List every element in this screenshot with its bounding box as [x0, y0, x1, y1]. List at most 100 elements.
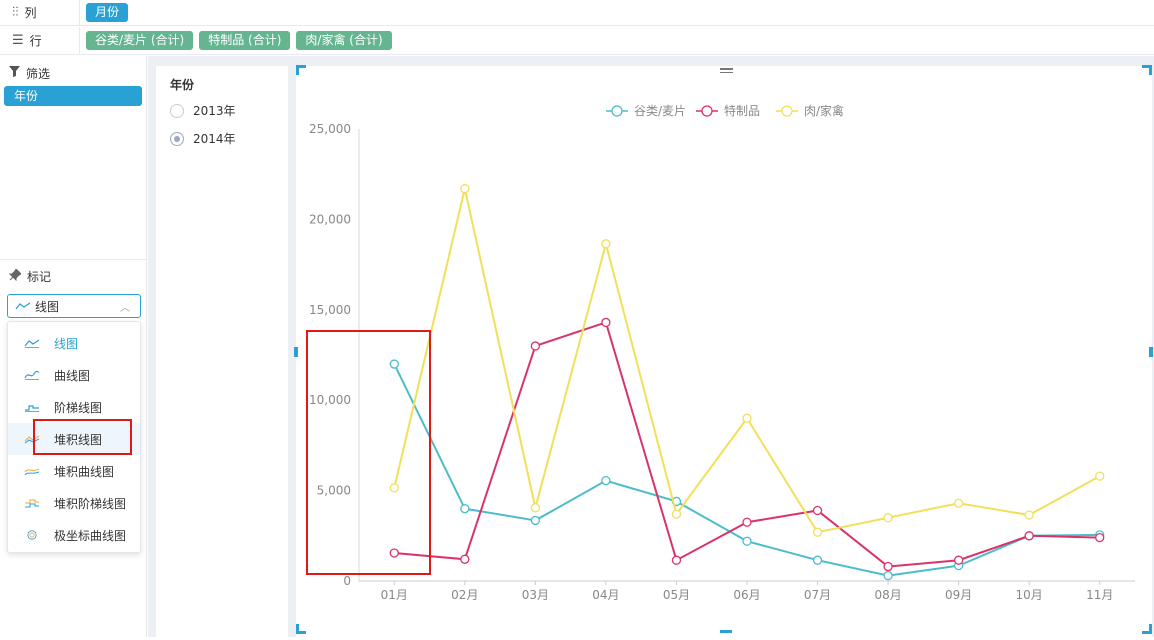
data-point [460, 554, 470, 564]
x-tick-label: 10月 [1016, 588, 1043, 602]
legend-marker [701, 105, 713, 117]
mark-option-label: 极坐标曲线图 [54, 528, 127, 543]
x-tick-label: 06月 [733, 588, 760, 602]
columns-icon: ⫶⫶ [12, 5, 19, 20]
legend-label: 肉/家禽 [804, 103, 844, 118]
data-point [812, 527, 823, 537]
highlight-january-region [306, 330, 431, 575]
year-option-2014[interactable]: 2014年 [170, 130, 236, 147]
legend-label: 特制品 [724, 103, 760, 118]
mark-option-stacked-curve[interactable]: 堆积曲线图 [8, 455, 140, 487]
data-point [601, 239, 611, 249]
x-tick-label: 01月 [381, 588, 408, 602]
line-chart-icon [15, 302, 31, 310]
rows-shelf-header: ☰ 行 [0, 27, 80, 54]
data-point [530, 503, 541, 513]
y-tick-label: 15,000 [309, 303, 351, 317]
data-point [812, 505, 823, 516]
pin-icon [8, 267, 22, 284]
year-filter-title: 年份 [170, 78, 195, 92]
radio-unchecked[interactable] [170, 103, 184, 118]
x-tick-label: 02月 [451, 588, 478, 602]
stacked-step-icon [25, 499, 39, 508]
year-option-label: 2013年 [193, 104, 236, 118]
mark-option-label: 堆积阶梯线图 [54, 496, 127, 511]
columns-shelf-header: ⫶⫶ 列 [0, 0, 80, 25]
resize-handle-bottom-left[interactable] [296, 624, 306, 634]
data-point [1024, 531, 1034, 541]
data-point [601, 476, 611, 486]
x-tick-label: 04月 [592, 588, 619, 602]
polar-curve-icon [27, 530, 37, 540]
highlight-stacked-line [33, 419, 132, 455]
column-pill-month[interactable]: 月份 [86, 3, 129, 22]
step-chart-icon [25, 405, 39, 412]
data-point [671, 555, 682, 565]
mark-option-stacked-step[interactable]: 堆积阶梯线图 [8, 487, 140, 519]
data-point [1024, 510, 1034, 520]
rows-shelf: ☰ 行 谷类/麦片 (合计) 特制品 (合计) 肉/家禽 (合计) [0, 27, 1154, 55]
x-tick-label: 07月 [804, 588, 831, 602]
series-line-2 [394, 321, 1100, 568]
row-pill-cereals[interactable]: 谷类/麦片 (合计) [86, 31, 194, 50]
mark-type-value: 线图 [35, 299, 60, 314]
mark-option-curve[interactable]: 曲线图 [8, 359, 140, 391]
line-chart-icon [24, 339, 40, 348]
chevron-up-icon: ︿ [120, 302, 130, 314]
row-pill-meat[interactable]: 肉/家禽 (合计) [296, 31, 392, 50]
data-point [953, 498, 964, 508]
stacked-curve-icon [24, 468, 40, 476]
resize-handle-bottom[interactable] [720, 630, 732, 633]
resize-handle-bottom-right[interactable] [1142, 624, 1152, 634]
data-point [883, 570, 893, 581]
resize-handle-top-right[interactable] [1142, 65, 1152, 75]
y-tick-label: 0 [343, 574, 351, 588]
data-point [883, 561, 893, 572]
data-point [742, 536, 752, 546]
data-point [742, 517, 752, 527]
mark-option-label: 曲线图 [54, 368, 91, 383]
year-filter-panel: 年份 2013年 2014年 [156, 66, 288, 637]
data-point [1095, 532, 1105, 543]
data-point [530, 515, 541, 526]
resize-handle-right[interactable] [1149, 347, 1153, 357]
x-tick-label: 08月 [874, 588, 901, 602]
columns-label: 列 [24, 6, 37, 20]
mark-option-label: 线图 [54, 336, 79, 351]
filter-item-year[interactable]: 年份 [4, 86, 142, 106]
data-point [1095, 471, 1105, 481]
legend-label: 谷类/麦片 [634, 104, 686, 118]
radio-checked[interactable] [170, 131, 184, 146]
data-point [671, 509, 682, 519]
resize-handle-left[interactable] [294, 347, 298, 357]
mark-option-label: 堆积曲线图 [54, 464, 115, 479]
mark-option-polar-curve[interactable]: 极坐标曲线图 [8, 519, 140, 551]
x-tick-label: 09月 [945, 588, 972, 602]
curve-chart-icon [24, 370, 40, 380]
drag-handle-icon[interactable] [720, 67, 733, 75]
row-pill-specialty[interactable]: 特制品 (合计) [199, 31, 291, 50]
mark-type-select[interactable]: 线图 ︿ [7, 294, 141, 318]
data-point [530, 341, 541, 351]
data-point [742, 413, 752, 423]
legend-marker [611, 105, 623, 117]
mark-option-line[interactable]: 线图 [8, 327, 140, 359]
data-point [460, 184, 470, 194]
columns-shelf: ⫶⫶ 列 月份 [0, 0, 1154, 26]
year-option-2013[interactable]: 2013年 [170, 102, 236, 119]
rows-label: 行 [29, 34, 42, 48]
legend-marker [781, 105, 793, 117]
y-tick-label: 20,000 [309, 212, 351, 226]
data-point [812, 555, 823, 565]
resize-handle-top-left[interactable] [296, 65, 306, 75]
mark-title: 标记 [27, 269, 52, 284]
data-point [953, 555, 964, 565]
mark-option-label: 阶梯线图 [54, 400, 103, 415]
data-point [883, 513, 893, 523]
data-point [460, 504, 470, 514]
rows-list-icon: ☰ [12, 33, 24, 48]
x-tick-label: 11月 [1086, 588, 1113, 602]
y-tick-label: 25,000 [309, 122, 351, 136]
series-line-3 [393, 188, 1101, 534]
section-divider [0, 259, 147, 260]
